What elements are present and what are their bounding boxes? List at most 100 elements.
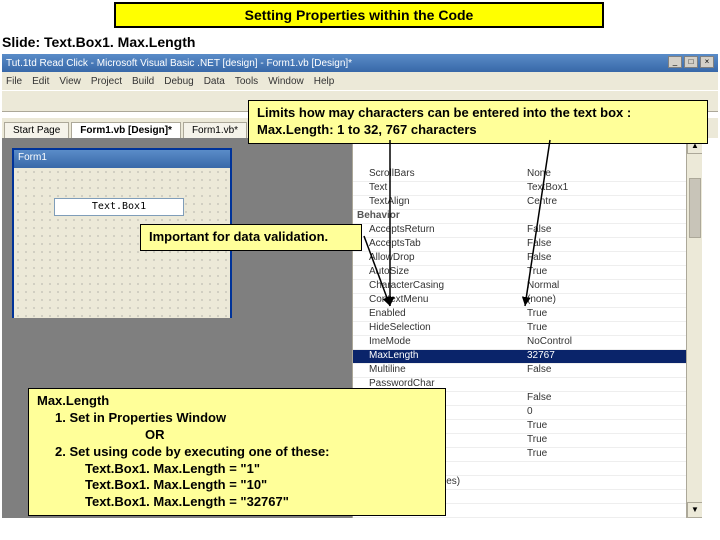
prop-name: AutoSize xyxy=(353,266,523,279)
prop-name: Enabled xyxy=(353,308,523,321)
prop-name: ImeMode xyxy=(353,336,523,349)
prop-name: MaxLength xyxy=(353,350,523,363)
callout-limits-line2: Max.Length: 1 to 32, 767 characters xyxy=(257,122,699,139)
tab-form-code[interactable]: Form1.vb* xyxy=(183,122,247,138)
prop-row-acceptstab[interactable]: AcceptsTabFalse xyxy=(353,238,699,252)
prop-name: AcceptsReturn xyxy=(353,224,523,237)
c3-code2: Text.Box1. Max.Length = "10" xyxy=(85,477,437,494)
c3-line2: 2. Set using code by executing one of th… xyxy=(55,444,437,461)
prop-value[interactable]: True xyxy=(523,308,699,321)
scroll-down-button[interactable]: ▼ xyxy=(687,502,702,518)
prop-value[interactable]: True xyxy=(523,322,699,335)
toolbar-run-icon[interactable] xyxy=(204,92,222,110)
prop-row-hideselection[interactable]: HideSelectionTrue xyxy=(353,322,699,336)
prop-row-charactercasing[interactable]: CharacterCasingNormal xyxy=(353,280,699,294)
toolbar-save-icon[interactable] xyxy=(50,92,68,110)
prop-name: CharacterCasing xyxy=(353,280,523,293)
maximize-button[interactable]: □ xyxy=(684,56,698,68)
prop-value[interactable]: False xyxy=(523,392,699,405)
callout-set-methods: Max.Length 1. Set in Properties Window O… xyxy=(28,388,446,516)
menu-view[interactable]: View xyxy=(59,76,81,87)
menu-debug[interactable]: Debug xyxy=(164,76,193,87)
toolbar-redo-icon[interactable] xyxy=(182,92,200,110)
prop-name: Text xyxy=(353,182,523,195)
prop-value[interactable]: False xyxy=(523,238,699,251)
form1-titlebar: Form1 xyxy=(14,150,230,168)
prop-value[interactable]: True xyxy=(523,434,699,447)
prop-value[interactable] xyxy=(523,210,699,223)
menu-window[interactable]: Window xyxy=(268,76,304,87)
prop-value[interactable]: True xyxy=(523,266,699,279)
c3-or: OR xyxy=(145,427,437,444)
callout-limits: Limits how may characters can be entered… xyxy=(248,100,708,144)
menu-project[interactable]: Project xyxy=(91,76,122,87)
minimize-button[interactable]: _ xyxy=(668,56,682,68)
prop-row-scrollbars[interactable]: ScrollBarsNone xyxy=(353,168,699,182)
prop-value[interactable] xyxy=(523,462,699,475)
prop-row-text[interactable]: TextTextBox1 xyxy=(353,182,699,196)
prop-name: AcceptsTab xyxy=(353,238,523,251)
prop-row-autosize[interactable]: AutoSizeTrue xyxy=(353,266,699,280)
prop-value[interactable]: None xyxy=(523,168,699,181)
menu-edit[interactable]: Edit xyxy=(32,76,49,87)
prop-row-imemode[interactable]: ImeModeNoControl xyxy=(353,336,699,350)
prop-value[interactable]: False xyxy=(523,224,699,237)
prop-value[interactable] xyxy=(523,490,699,503)
prop-value[interactable] xyxy=(523,378,699,391)
menu-tools[interactable]: Tools xyxy=(235,76,258,87)
prop-row-behavior[interactable]: Behavior xyxy=(353,210,699,224)
c3-code1: Text.Box1. Max.Length = "1" xyxy=(85,461,437,478)
scroll-thumb[interactable] xyxy=(689,178,701,238)
prop-name: ContextMenu xyxy=(353,294,523,307)
c3-line1: 1. Set in Properties Window xyxy=(55,410,437,427)
prop-name: ScrollBars xyxy=(353,168,523,181)
toolbar-cut-icon[interactable] xyxy=(94,92,112,110)
close-button[interactable]: × xyxy=(700,56,714,68)
prop-value[interactable] xyxy=(523,476,699,489)
title-banner: Setting Properties within the Code xyxy=(114,2,604,28)
prop-value[interactable]: 32767 xyxy=(523,350,699,363)
prop-value[interactable]: 0 xyxy=(523,406,699,419)
prop-value[interactable]: (none) xyxy=(523,294,699,307)
vs-menubar: File Edit View Project Build Debug Data … xyxy=(2,72,718,90)
callout-validation: Important for data validation. xyxy=(140,224,362,251)
prop-row-maxlength[interactable]: MaxLength32767 xyxy=(353,350,699,364)
prop-name: Multiline xyxy=(353,364,523,377)
menu-data[interactable]: Data xyxy=(204,76,225,87)
prop-value[interactable]: TextBox1 xyxy=(523,182,699,195)
slide-label: Slide: Text.Box1. Max.Length xyxy=(2,34,195,50)
menu-file[interactable]: File xyxy=(6,76,22,87)
prop-name: Behavior xyxy=(353,210,523,223)
prop-value[interactable]: NoControl xyxy=(523,336,699,349)
toolbar-undo-icon[interactable] xyxy=(160,92,178,110)
tab-start-page[interactable]: Start Page xyxy=(4,122,69,138)
prop-value[interactable]: False xyxy=(523,252,699,265)
prop-row-contextmenu[interactable]: ContextMenu(none) xyxy=(353,294,699,308)
prop-value[interactable]: True xyxy=(523,420,699,433)
prop-value[interactable]: True xyxy=(523,448,699,461)
prop-row-multiline[interactable]: MultilineFalse xyxy=(353,364,699,378)
prop-row-enabled[interactable]: EnabledTrue xyxy=(353,308,699,322)
textbox1-control[interactable]: Text.Box1 xyxy=(54,198,184,216)
menu-help[interactable]: Help xyxy=(314,76,335,87)
c3-code3: Text.Box1. Max.Length = "32767" xyxy=(85,494,437,511)
toolbar-copy-icon[interactable] xyxy=(116,92,134,110)
vs-title-text: Tut.1td Read Click - Microsoft Visual Ba… xyxy=(6,58,352,69)
prop-name: TextAlign xyxy=(353,196,523,209)
vs-window-titlebar: Tut.1td Read Click - Microsoft Visual Ba… xyxy=(2,54,718,72)
tab-form-design[interactable]: Form1.vb [Design]* xyxy=(71,122,181,138)
toolbar-new-icon[interactable] xyxy=(6,92,24,110)
prop-value[interactable]: Normal xyxy=(523,280,699,293)
prop-row-allowdrop[interactable]: AllowDropFalse xyxy=(353,252,699,266)
toolbar-open-icon[interactable] xyxy=(28,92,46,110)
prop-value[interactable]: False xyxy=(523,364,699,377)
prop-value[interactable] xyxy=(523,504,699,517)
menu-build[interactable]: Build xyxy=(132,76,154,87)
toolbar-paste-icon[interactable] xyxy=(138,92,156,110)
prop-value[interactable]: Centre xyxy=(523,196,699,209)
props-scrollbar[interactable]: ▲ ▼ xyxy=(686,138,702,518)
prop-row-acceptsreturn[interactable]: AcceptsReturnFalse xyxy=(353,224,699,238)
toolbar-saveall-icon[interactable] xyxy=(72,92,90,110)
prop-row-textalign[interactable]: TextAlignCentre xyxy=(353,196,699,210)
prop-name: HideSelection xyxy=(353,322,523,335)
